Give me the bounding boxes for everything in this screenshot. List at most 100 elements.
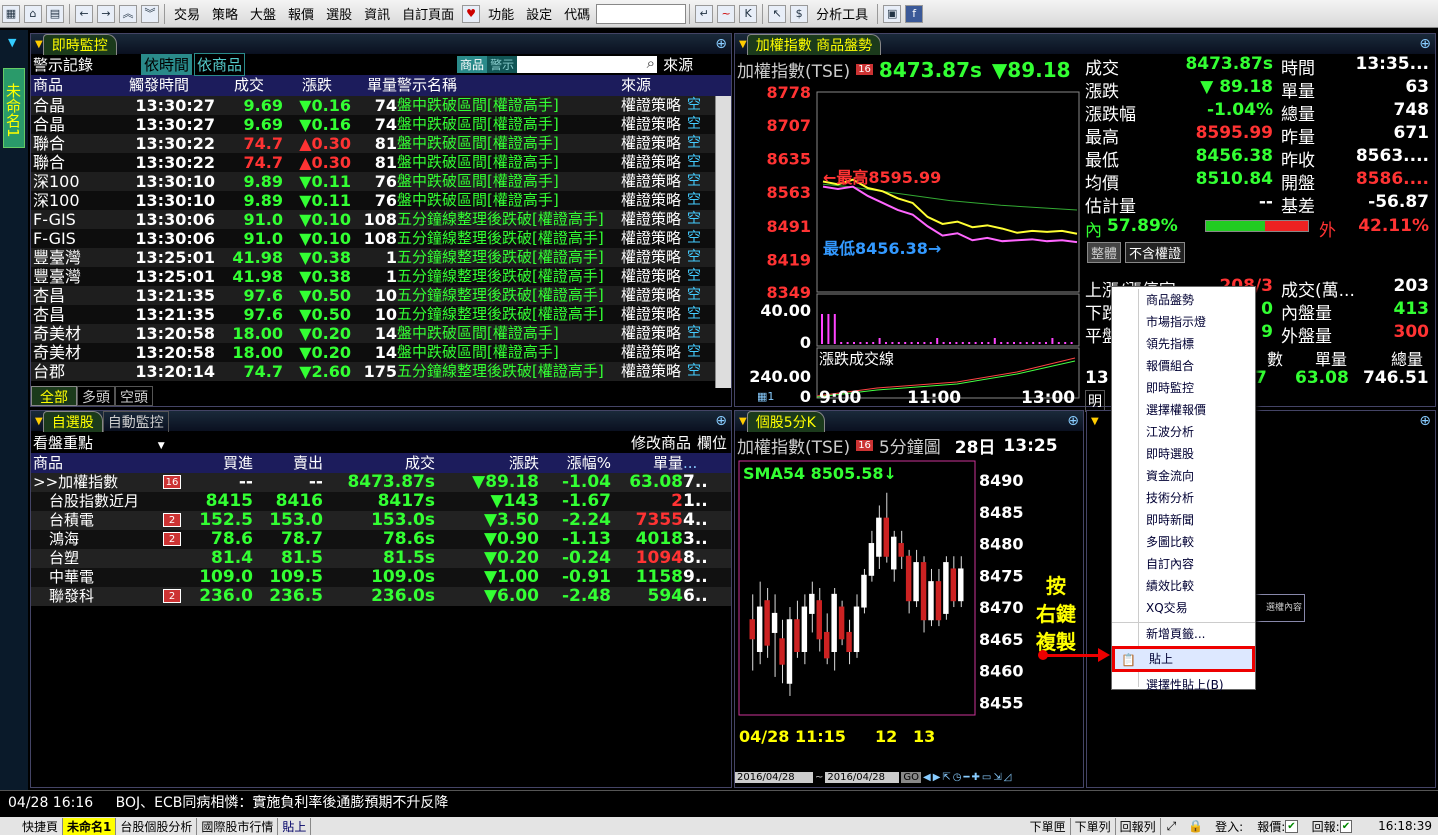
tab-quick-page[interactable]: 快捷頁 — [0, 817, 64, 835]
watchlist-row[interactable]: 中華電 109.0 109.5 109.0s ▼1.00 -0.91 1158 9.. — [31, 568, 731, 587]
monitor-row[interactable]: 合晶 13:30:27 9.69 ▼0.16 74 盤中跌破區間[權證高手] 權證策略空 — [31, 96, 731, 115]
end-date-input[interactable]: 2016/04/28 — [825, 771, 900, 783]
tab-watchlist[interactable]: 自選股 — [42, 410, 103, 432]
col-price[interactable]: 成交 — [215, 75, 283, 96]
favorite-icon[interactable]: ♥ — [462, 4, 481, 23]
tab-stock-analysis[interactable]: 台股個股分析 — [116, 817, 198, 835]
panel-menu-icon[interactable]: ▼ — [1091, 416, 1099, 427]
by-time-button[interactable]: 依時間 — [141, 54, 193, 75]
all-button[interactable]: 整體 — [1087, 242, 1122, 263]
order-box-button[interactable]: 下單匣 — [1026, 817, 1071, 835]
tab-index[interactable]: 加權指數 商品盤勢 — [746, 33, 882, 55]
context-menu-item[interactable]: 即時新聞 — [1112, 509, 1255, 531]
zoom-icon[interactable]: ⊕ — [1419, 413, 1431, 429]
enter-icon[interactable]: ↵ — [695, 4, 714, 23]
context-menu-item[interactable]: XQ交易 — [1112, 597, 1255, 619]
forward-icon[interactable]: → — [97, 4, 115, 23]
code-input[interactable] — [596, 3, 687, 24]
panel-menu-icon[interactable]: ▼ — [739, 39, 747, 50]
menu-settings[interactable]: 設定 — [520, 4, 558, 23]
context-menu-item[interactable]: 即時選股 — [1112, 443, 1255, 465]
product-seg-button[interactable]: 商品 — [457, 56, 488, 73]
search-icon[interactable]: ⌕ — [647, 54, 655, 72]
context-menu-item[interactable]: 即時監控 — [1112, 377, 1255, 399]
by-product-button[interactable]: 依商品 — [194, 53, 246, 76]
menu-strategy[interactable]: 策略 — [206, 4, 244, 23]
tab-untitled1[interactable]: 未命名1 — [63, 817, 117, 835]
monitor-row[interactable]: 奇美材 13:20:58 18.00 ▼0.20 14 盤中跌破區間[權證高手] 權證策略空 — [31, 343, 731, 362]
monitor-row[interactable]: 深100 13:30:10 9.89 ▼0.11 76 盤中跌破區間[權證高手] 權證策略空 — [31, 191, 731, 210]
col-change[interactable]: 漲跌 — [283, 75, 351, 96]
monitor-scrollbar[interactable] — [715, 96, 731, 388]
lock-icon[interactable]: 🔒 — [1188, 819, 1203, 833]
facebook-icon[interactable]: f — [905, 4, 924, 23]
news-ticker[interactable]: 04/28 16:16 BOJ、ECB同病相憐：實施負利率後通膨預期不升反降 — [0, 790, 1438, 815]
watchlist-row[interactable]: 台積電 2 152.5 153.0 153.0s ▼3.50 -2.24 7355 4.. — [31, 511, 731, 530]
down-icon[interactable]: ︾ — [141, 4, 159, 23]
watchlist-row[interactable]: 台股指數近月 8415 8416 8417s ▼143 -1.67 2 1.. — [31, 492, 731, 511]
edit-products-button[interactable]: 修改商品 — [631, 432, 691, 453]
news-headline[interactable]: BOJ、ECB同病相憐：實施負利率後通膨預期不升反降 — [116, 795, 449, 811]
col-alert-name[interactable]: 警示名稱 — [397, 75, 621, 96]
tab-kline[interactable]: 個股5分K — [746, 410, 825, 432]
monitor-row[interactable]: 奇美材 13:20:58 18.00 ▼0.20 14 盤中跌破區間[權證高手] 權證策略空 — [31, 324, 731, 343]
dollar-icon[interactable]: $ — [790, 4, 809, 23]
col-source[interactable]: 來源 — [621, 75, 687, 96]
context-menu-item[interactable]: 新增頁籤... — [1112, 622, 1255, 644]
monitor-search-input[interactable]: ⌕ — [517, 54, 658, 73]
menu-trade[interactable]: 交易 — [168, 4, 206, 23]
tab-auto-monitor[interactable]: 自動監控 — [102, 410, 169, 432]
alert-seg-button[interactable]: 警示 — [487, 56, 518, 73]
context-menu-item[interactable]: 貼上 📋 — [1112, 646, 1255, 672]
back-icon[interactable]: ← — [75, 4, 93, 23]
layout-icon[interactable]: ▣ — [883, 4, 902, 23]
monitor-row[interactable]: 深100 13:30:10 9.89 ▼0.11 76 盤中跌破區間[權證高手] 權證策略空 — [31, 172, 731, 191]
grid-menu-icon[interactable]: ▦ — [2, 4, 20, 23]
up-icon[interactable]: ︽ — [119, 4, 137, 23]
monitor-row[interactable]: 台郡 13:20:14 74.7 ▼2.60 175 五分鐘線整理後跌破[權證高手] 權證策… — [31, 362, 731, 381]
menu-info[interactable]: 資訊 — [358, 4, 396, 23]
order-bar-button[interactable]: 下單列 — [1071, 817, 1116, 835]
side-dropdown-icon[interactable]: ▼ — [8, 36, 16, 49]
col-volume[interactable]: 單量 — [351, 75, 397, 96]
col-change[interactable]: 漲跌 — [435, 453, 539, 473]
menu-analysis-tools[interactable]: 分析工具 — [810, 4, 874, 23]
tab-intl-market[interactable]: 國際股市行情 — [197, 817, 279, 835]
context-menu-item[interactable]: 資金流向 — [1112, 465, 1255, 487]
watchlist-row[interactable]: >>加權指數 16 -- -- 8473.87s ▼89.18 -1.04 63.08 7.. — [31, 473, 731, 492]
col-product[interactable]: 商品 — [31, 453, 181, 473]
nav-buttons[interactable]: ◀▶⇱◷━✚▭⇲◿ — [923, 772, 1013, 783]
home-icon[interactable]: ⌂ — [24, 4, 42, 23]
watchlist-row[interactable]: 聯發科 2 236.0 236.5 236.0s ▼6.00 -2.48 594 6.. — [31, 587, 731, 606]
context-menu-item[interactable]: 市場指示燈 — [1112, 311, 1255, 333]
tab-all[interactable]: 全部 — [31, 386, 77, 406]
col-change-pct[interactable]: 漲幅% — [539, 453, 611, 473]
report-bar-button[interactable]: 回報列 — [1116, 817, 1161, 835]
go-button[interactable]: GO — [901, 771, 922, 783]
zoom-icon[interactable]: ⊕ — [715, 36, 727, 52]
context-menu-item[interactable]: 自訂內容 — [1112, 553, 1255, 575]
panel-menu-icon[interactable]: ▼ — [35, 416, 43, 427]
monitor-row[interactable]: 聯合 13:30:22 74.7 ▲0.30 81 盤中跌破區間[權證高手] 權證策略空 — [31, 134, 731, 153]
col-trigger-time[interactable]: 觸發時間 — [103, 75, 215, 96]
menu-code[interactable]: 代碼 — [558, 4, 596, 23]
panel-menu-icon[interactable]: ▼ — [739, 416, 747, 427]
col-bid[interactable]: 買進 — [181, 453, 253, 473]
tab-paste[interactable]: 貼上 — [278, 817, 312, 835]
chart-line-icon[interactable]: ~ — [717, 4, 736, 23]
monitor-row[interactable]: 豐臺灣 13:25:01 41.98 ▼0.38 1 五分鐘線整理後跌破[權證高手] 權證策… — [31, 267, 731, 286]
zoom-icon[interactable]: ⊕ — [1419, 36, 1431, 52]
expand-icon[interactable]: ⤢ — [1167, 819, 1177, 834]
monitor-row[interactable]: F-GIS 13:30:06 91.0 ▼0.10 108 五分鐘線整理後跌破[權證高手]… — [31, 229, 731, 248]
monitor-row[interactable]: 杏昌 13:21:35 97.6 ▼0.50 10 五分鐘線整理後跌破[權證高手] 權證策略… — [31, 305, 731, 324]
col-price[interactable]: 成交 — [323, 453, 435, 473]
context-menu-item[interactable]: 江波分析 — [1112, 421, 1255, 443]
settings-icon[interactable]: ▦1 — [757, 390, 774, 403]
col-product[interactable]: 商品 — [31, 75, 103, 96]
col-volume[interactable]: 單量 — [611, 453, 683, 473]
context-menu-item[interactable]: 多圖比較 — [1112, 531, 1255, 553]
options-content-button[interactable]: 選權內容 — [1253, 594, 1305, 622]
context-menu-item[interactable]: 績效比較 — [1112, 575, 1255, 597]
tab-long[interactable]: 多頭 — [77, 386, 115, 406]
start-date-input[interactable]: 2016/04/28 — [735, 771, 813, 783]
